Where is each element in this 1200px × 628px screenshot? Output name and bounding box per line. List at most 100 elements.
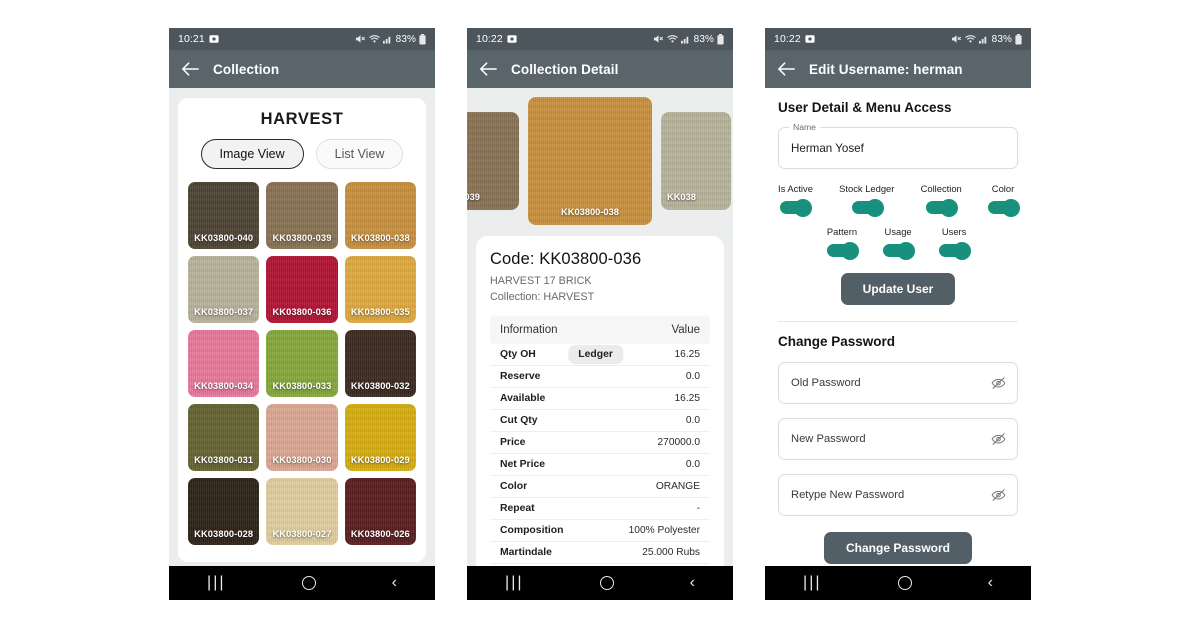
column-information: Information [500,324,558,337]
table-row: Composition 100% Polyester [490,520,710,543]
row-label: Price [500,437,526,449]
swatch-tile[interactable]: KK03800-037 [188,256,260,323]
swatch-tile[interactable]: KK03800-029 [344,404,416,471]
swatch-carousel[interactable]: 00-039 KK03800-038 KK038 [467,88,733,234]
toggle-switch[interactable] [780,198,813,217]
row-value: 25.000 Rubs [642,547,700,559]
status-bar: 10:22 83% [467,28,733,50]
wifi-icon [965,34,976,44]
status-left: 10:22 [476,33,517,45]
edit-user-form: User Detail & Menu Access Name Herman Yo… [765,88,1031,566]
toggle-group: Color [988,183,1020,217]
collection-card: HARVEST Image View List View KK03800-040… [178,98,426,562]
password-placeholder: Retype New Password [791,489,905,501]
column-value: Value [671,324,700,337]
status-time: 10:22 [476,33,503,45]
swatch-tile-selected[interactable]: KK03800-038 [528,97,652,225]
screenshot-icon [209,34,219,44]
collection-name: HARVEST [260,110,344,128]
recents-button[interactable]: ||| [803,575,821,591]
swatch-tile[interactable]: KK03800-039 [266,182,338,249]
swatch-code: KK038 [667,192,696,202]
update-user-button[interactable]: Update User [840,273,956,305]
swatch-code: KK03800-037 [194,307,254,317]
swatch-tile[interactable]: 00-039 [467,112,519,210]
status-right: 83% [653,33,724,45]
back-button[interactable]: ‹ [988,575,993,591]
swatch-tile[interactable]: KK03800-031 [188,404,260,471]
swatch-code: KK03800-034 [194,381,254,391]
name-field[interactable]: Name Herman Yosef [778,122,1018,169]
back-button[interactable]: ‹ [392,575,397,591]
swatch-tile[interactable]: KK03800-040 [188,182,260,249]
eye-off-icon[interactable] [991,376,1006,390]
page-title: Edit Username: herman [809,61,963,77]
back-arrow-icon[interactable] [777,61,795,77]
table-row: Color ORANGE [490,476,710,499]
swatch-tile[interactable]: KK03800-028 [188,478,260,545]
swatch-tile[interactable]: KK03800-038 [344,182,416,249]
toggle-group: Stock Ledger [839,183,894,217]
table-row: Width145 CM [490,564,710,566]
product-code: Code: KK03800-036 [490,250,642,268]
mute-icon [951,34,962,44]
password-input[interactable]: Old Password [778,362,1018,404]
row-value: 16.25 [674,349,701,361]
status-bar: 10:21 83% [169,28,435,50]
toggle-switch[interactable] [826,241,859,260]
swatch-code: 00-039 [467,192,480,202]
home-button[interactable] [301,576,316,590]
image-view-button[interactable]: Image View [200,139,304,169]
row-label: Available [500,393,546,405]
row-value: 270000.0 [657,437,701,449]
toggle-switch[interactable] [926,198,959,217]
row-value: 100% Polyester [628,525,700,537]
swatch-tile[interactable]: KK03800-030 [266,404,338,471]
password-input[interactable]: Retype New Password [778,474,1018,516]
swatch-code: KK03800-026 [350,529,410,539]
back-arrow-icon[interactable] [181,61,199,77]
row-label: Repeat [500,503,535,515]
eye-off-icon[interactable] [991,432,1006,446]
table-row: Reserve 0.0 [490,366,710,389]
swatch-code: KK03800-030 [272,455,332,465]
toggle-switch[interactable] [851,198,884,217]
row-label: Composition [500,525,564,537]
menu-access-toggles-row-1: Is Active Stock Ledger Collection Color [778,183,1020,217]
home-button[interactable] [897,576,912,590]
phone-collection-detail: 10:22 83% Collection Detail 039 KK03800-… [467,28,733,600]
toggle-switch[interactable] [883,241,916,260]
table-body: Qty OH Ledger 16.25 Reserve 0.0 Available 16.2… [490,344,710,566]
status-bar: 10:22 83% [765,28,1031,50]
swatch-tile[interactable]: KK03800-036 [266,256,338,323]
table-row: Net Price 0.0 [490,454,710,477]
swatch-tile[interactable]: KK03800-026 [344,478,416,545]
toggle-switch[interactable] [988,198,1020,217]
ledger-button[interactable]: Ledger [568,345,623,365]
swatch-tile[interactable]: KK03800-034 [188,330,260,397]
detail-card: Code: KK03800-036 HARVEST 17 BRICK Colle… [476,236,724,566]
toggle-switch[interactable] [939,241,972,260]
toggle-label: Color [991,183,1015,194]
recents-button[interactable]: ||| [207,575,225,591]
swatch-tile[interactable]: KK03800-027 [266,478,338,545]
swatch-tile[interactable]: KK038 [661,112,731,210]
back-arrow-icon[interactable] [479,61,497,77]
swatch-tile[interactable]: KK03800-033 [266,330,338,397]
swatch-tile[interactable]: KK03800-035 [344,256,416,323]
row-value: 16.25 [674,393,701,405]
toggle-group: Is Active [778,183,813,217]
change-password-button[interactable]: Change Password [823,532,973,564]
section-title-change-password: Change Password [778,334,896,349]
back-button[interactable]: ‹ [690,575,695,591]
battery-icon [419,33,426,45]
password-input[interactable]: New Password [778,418,1018,460]
swatch-code: KK03800-035 [350,307,410,317]
password-placeholder: Old Password [791,377,861,389]
toggle-label: Collection [920,183,962,194]
list-view-button[interactable]: List View [315,139,404,169]
recents-button[interactable]: ||| [505,575,523,591]
swatch-tile[interactable]: KK03800-032 [344,330,416,397]
home-button[interactable] [599,576,614,590]
eye-off-icon[interactable] [991,488,1006,502]
